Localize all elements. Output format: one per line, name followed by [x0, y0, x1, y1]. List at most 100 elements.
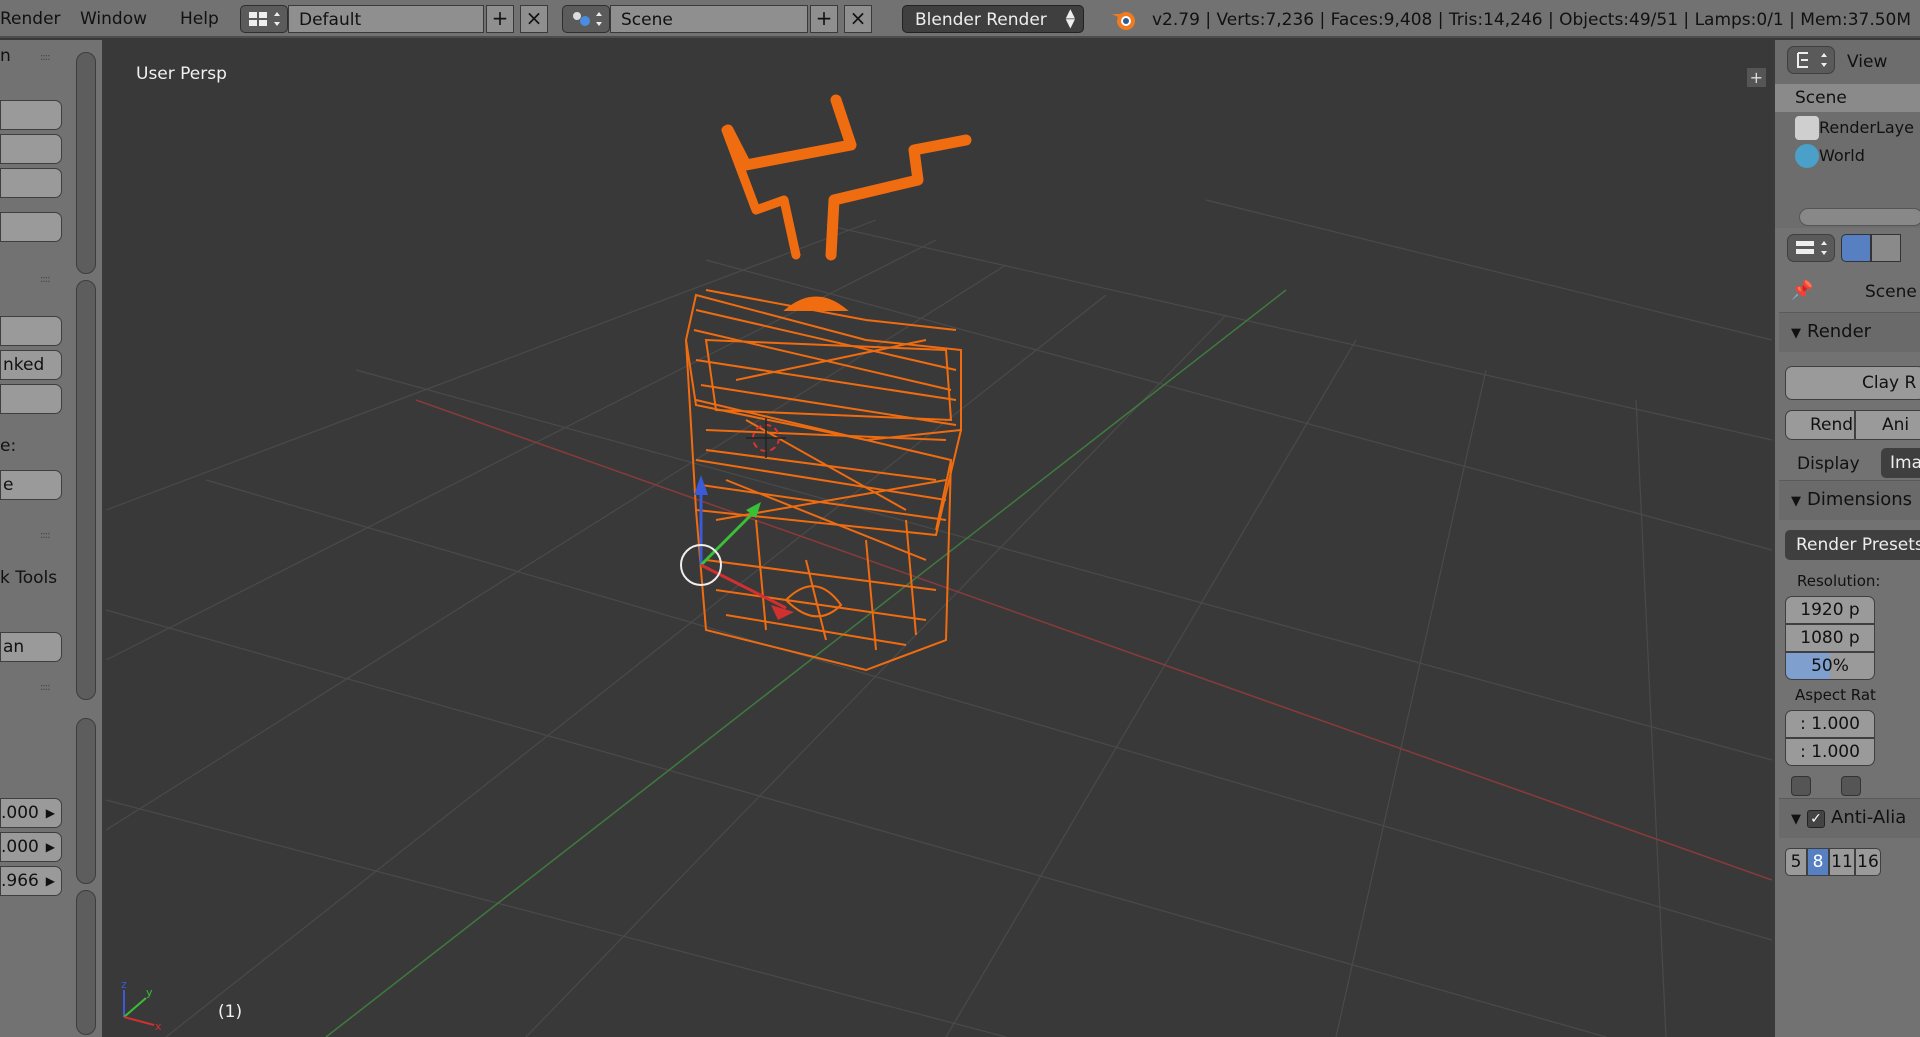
- render-engine-select[interactable]: Blender Render ▲ ▼: [902, 5, 1084, 33]
- display-select[interactable]: Imag: [1881, 448, 1920, 478]
- shelf-scrollbar-mid[interactable]: [76, 280, 96, 700]
- clay-render-toggle[interactable]: Clay R: [1785, 366, 1920, 400]
- viewport-canvas: z y x: [106, 94, 1772, 1037]
- border-checkbox[interactable]: [1791, 776, 1811, 796]
- region-toggle-plus-icon[interactable]: +: [1746, 68, 1766, 87]
- render-layers-tab-icon[interactable]: [1871, 234, 1901, 262]
- dimensions-panel-title: Dimensions: [1807, 489, 1913, 510]
- resolution-percentage-slider[interactable]: 50%: [1785, 652, 1875, 680]
- aspect-x-field[interactable]: : 1.000: [1785, 710, 1875, 738]
- outliner-renderlayers-label[interactable]: RenderLaye: [1819, 118, 1914, 137]
- display-label: Display: [1797, 454, 1860, 474]
- shelf-an-button[interactable]: an: [0, 632, 62, 662]
- panel-grip-icon[interactable]: ::::: [40, 52, 56, 63]
- panel-grip-icon[interactable]: ::::: [40, 682, 56, 693]
- add-scene-button[interactable]: +: [810, 5, 838, 33]
- render-engine-label: Blender Render: [915, 10, 1047, 30]
- value-field-3-text: .966: [1, 871, 39, 891]
- outliner-view-menu[interactable]: View: [1847, 52, 1887, 72]
- collapse-triangle-icon: ▼: [1791, 812, 1801, 827]
- aa-samples-8[interactable]: 8: [1807, 848, 1829, 876]
- pin-icon[interactable]: 📌: [1791, 280, 1813, 301]
- remove-layout-button[interactable]: ×: [520, 5, 548, 33]
- render-button-label: Rende: [1810, 415, 1854, 435]
- value-field-1[interactable]: .000 ▶: [0, 798, 62, 828]
- menu-window[interactable]: Window: [80, 9, 147, 29]
- tool-button-2[interactable]: [0, 134, 62, 164]
- svg-text:z: z: [121, 978, 127, 991]
- antialiasing-panel-header[interactable]: ▼ ✓ Anti-Alia: [1779, 798, 1920, 838]
- scene-name-field[interactable]: Scene: [610, 5, 808, 33]
- layout-name-field[interactable]: Default: [288, 5, 484, 33]
- value-field-2[interactable]: .000 ▶: [0, 832, 62, 862]
- 3d-viewport[interactable]: z y x User Persp (1) +: [106, 40, 1772, 1037]
- shelf-scrollbar-top[interactable]: [76, 52, 96, 274]
- render-tab-camera-icon[interactable]: [1841, 234, 1871, 262]
- menu-help[interactable]: Help: [180, 9, 219, 29]
- resolution-label: Resolution:: [1797, 572, 1881, 590]
- antialiasing-panel-title: Anti-Alia: [1831, 807, 1907, 828]
- tool-button-6[interactable]: [0, 384, 62, 414]
- aspect-ratio-label: Aspect Rat: [1795, 686, 1876, 704]
- tool-button-1[interactable]: [0, 100, 62, 130]
- outliner: View Scene RenderLaye World: [1775, 40, 1920, 228]
- aa-samples-8-label: 8: [1812, 852, 1824, 872]
- outliner-world-label[interactable]: World: [1819, 146, 1865, 165]
- panel-grip-icon[interactable]: ::::: [40, 530, 56, 541]
- outliner-display-mode-button[interactable]: [1787, 46, 1835, 74]
- aa-samples-11[interactable]: 11: [1829, 848, 1855, 876]
- aa-samples-16[interactable]: 16: [1855, 848, 1881, 876]
- shelf-label-n: n: [0, 46, 11, 66]
- dimensions-panel-header[interactable]: ▼ Dimensions: [1779, 480, 1920, 520]
- properties-icon: [1796, 241, 1827, 255]
- resolution-y-value: 1080 p: [1800, 628, 1860, 648]
- updown-arrow-icon: ▲ ▼: [1065, 6, 1075, 30]
- scene-icon: [573, 12, 602, 26]
- value-field-3[interactable]: .966 ▶: [0, 866, 62, 896]
- render-animation-button[interactable]: Ani: [1855, 410, 1920, 440]
- add-layout-button[interactable]: +: [486, 5, 514, 33]
- antialiasing-checkbox[interactable]: ✓: [1807, 810, 1825, 828]
- collapse-triangle-icon: ▼: [1791, 326, 1801, 341]
- resolution-percentage-value: 50%: [1811, 656, 1849, 676]
- right-editor-stack: View Scene RenderLaye World 📌 Scene ▼ Ren…: [1772, 40, 1920, 1037]
- properties-editor-type-button[interactable]: [1787, 234, 1835, 262]
- shelf-e-button[interactable]: e: [0, 470, 62, 500]
- value-field-2-text: .000: [1, 837, 39, 857]
- shelf-scrollbar-lower[interactable]: [76, 890, 96, 1035]
- scene-selector[interactable]: [562, 5, 610, 33]
- menu-render[interactable]: Render: [0, 9, 61, 29]
- blender-logo-icon: [1112, 12, 1135, 30]
- shelf-scrollbar-bottom[interactable]: [76, 718, 96, 884]
- outliner-scrollbar[interactable]: [1799, 208, 1920, 226]
- display-value: Imag: [1890, 453, 1920, 473]
- resolution-y-field[interactable]: 1080 p: [1785, 624, 1875, 652]
- aspect-y-value: : 1.000: [1800, 742, 1860, 762]
- floor-grid: [106, 199, 1772, 1037]
- aspect-x-value: : 1.000: [1800, 714, 1860, 734]
- aspect-y-field[interactable]: : 1.000: [1785, 738, 1875, 766]
- remove-scene-button[interactable]: ×: [844, 5, 872, 33]
- aa-samples-5[interactable]: 5: [1785, 848, 1807, 876]
- render-panel-title: Render: [1807, 321, 1872, 342]
- tool-button-4[interactable]: [0, 212, 62, 242]
- tool-button-5[interactable]: [0, 316, 62, 346]
- render-panel-header[interactable]: ▼ Render: [1779, 312, 1920, 352]
- screen-layout-selector[interactable]: [240, 5, 288, 33]
- outliner-row-scene[interactable]: Scene: [1775, 84, 1920, 112]
- tv-model-wireframe: [684, 94, 972, 672]
- render-presets-label: Render Presets: [1796, 535, 1920, 555]
- world-icon: [1795, 144, 1819, 168]
- crop-checkbox[interactable]: [1841, 776, 1861, 796]
- panel-grip-icon[interactable]: ::::: [40, 274, 56, 285]
- resolution-x-field[interactable]: 1920 p: [1785, 596, 1875, 624]
- animation-button-label: Ani: [1882, 415, 1910, 435]
- aa-samples-5-label: 5: [1790, 852, 1802, 872]
- linked-button[interactable]: nked: [0, 350, 62, 380]
- render-presets-select[interactable]: Render Presets: [1785, 530, 1920, 560]
- tool-button-3[interactable]: [0, 168, 62, 198]
- shelf-label-ve: e:: [0, 436, 17, 456]
- shelf-tools-label: k Tools: [0, 568, 58, 588]
- render-image-button[interactable]: Rende: [1785, 410, 1855, 440]
- render-layers-icon: [1795, 116, 1819, 140]
